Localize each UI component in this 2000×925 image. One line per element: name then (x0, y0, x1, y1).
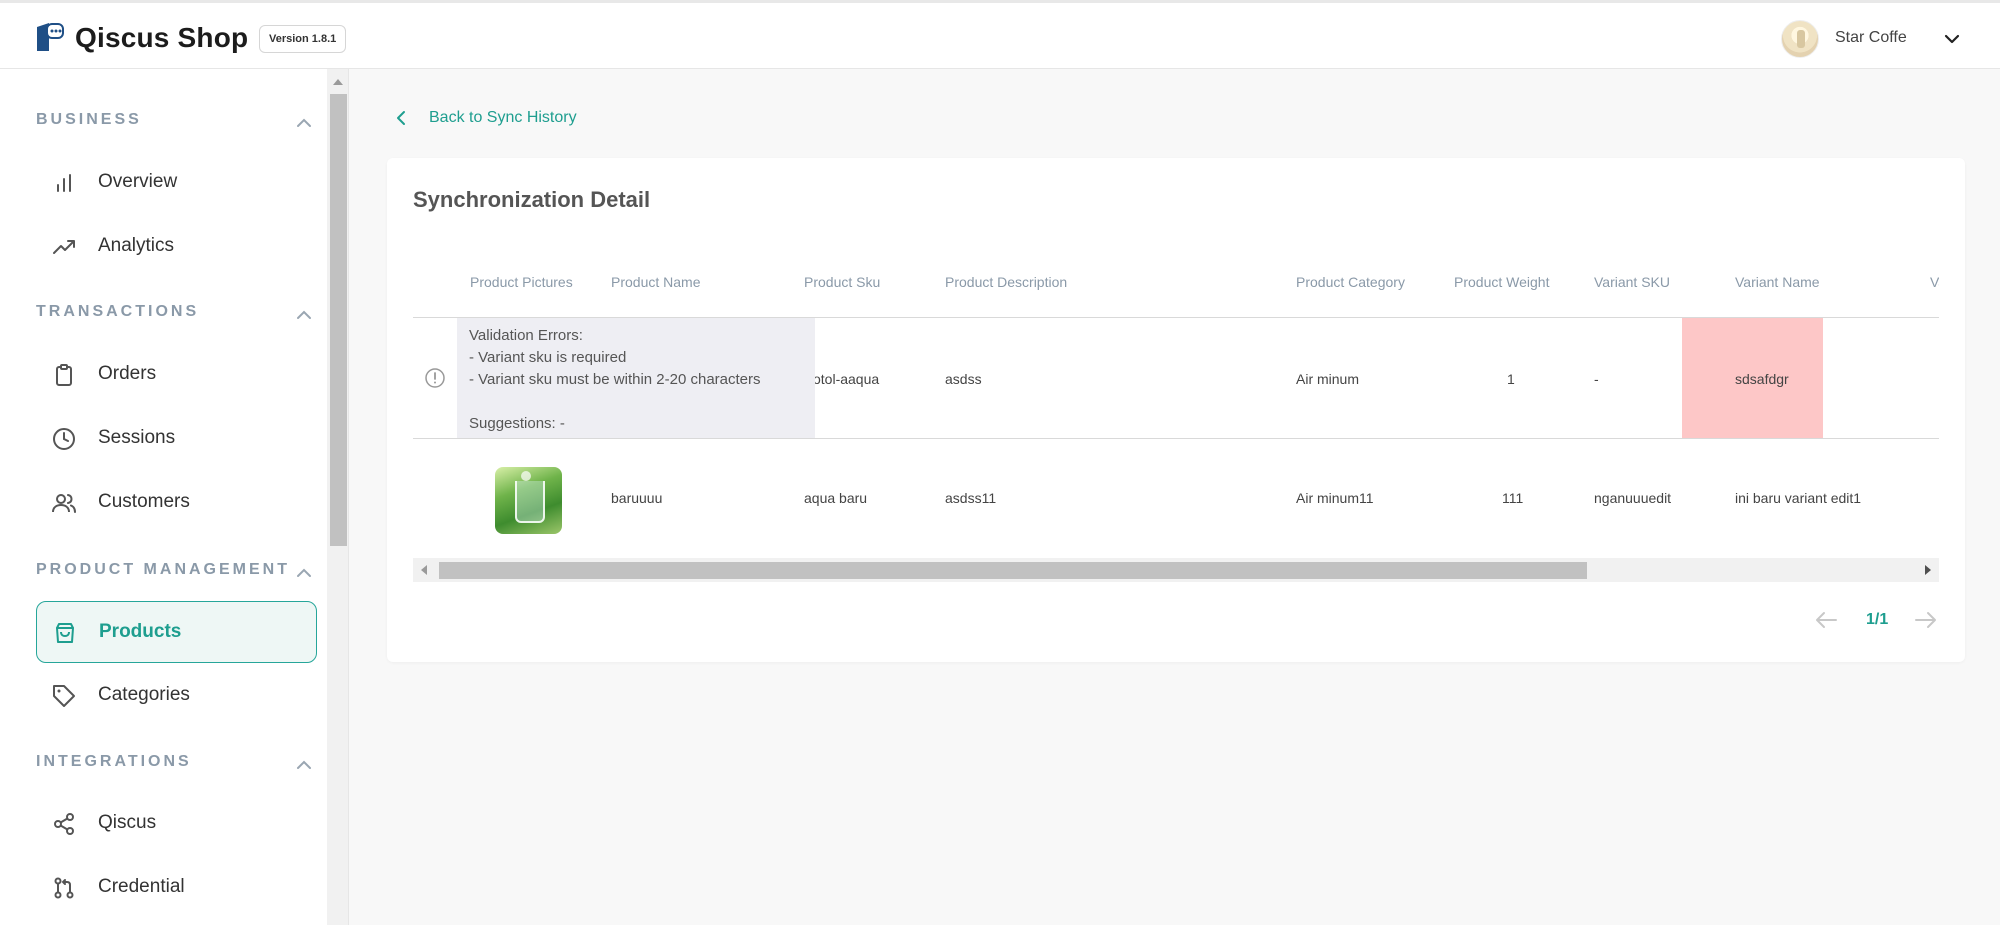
sidebar-item-label: Orders (98, 363, 157, 384)
section-title: BUSINESS (36, 111, 142, 128)
chevron-up-icon[interactable] (294, 305, 314, 325)
sidebar-item-label: Customers (98, 491, 190, 512)
product-category-cell: Air minum (1296, 371, 1360, 387)
table-horizontal-scrollbar[interactable] (413, 558, 1939, 582)
trending-up-icon (53, 240, 75, 254)
scroll-left-arrow-icon[interactable] (421, 565, 427, 575)
column-header: Product Pictures (470, 274, 573, 290)
tooltip-error: - Variant sku is required (469, 349, 627, 366)
arrow-left-icon[interactable] (1814, 610, 1838, 630)
column-header: Product Weight (1454, 274, 1550, 290)
variant-sku-cell: - (1594, 371, 1599, 387)
section-product-management[interactable]: PRODUCT MANAGEMENT (36, 561, 316, 585)
sidebar-item-label: Analytics (98, 235, 175, 256)
section-transactions[interactable]: TRANSACTIONS (36, 303, 316, 327)
product-description-cell: asdss11 (945, 490, 997, 506)
app-title: Qiscus Shop (75, 22, 249, 53)
qiscus-logo-icon (37, 23, 64, 51)
sidebar-item-label: Categories (98, 684, 190, 705)
product-description-cell: asdss (945, 371, 982, 387)
scroll-right-arrow-icon[interactable] (1925, 565, 1931, 575)
product-sku-cell: otol-aaqua (813, 371, 880, 387)
sync-detail-card: Synchronization Detail Product Pictures … (387, 158, 1965, 662)
sidebar-scrollbar[interactable] (327, 69, 349, 925)
product-name-cell: baruuuu (611, 490, 663, 506)
top-header: Qiscus Shop Version 1.8.1 Star Coffe (0, 0, 2000, 69)
column-header: Product Description (945, 274, 1068, 290)
product-weight-cell: 1 (1507, 371, 1515, 387)
section-title: PRODUCT MANAGEMENT (36, 561, 290, 578)
store-avatar[interactable] (1781, 20, 1819, 58)
sidebar-item-label: Credential (98, 876, 185, 897)
chevron-up-icon[interactable] (294, 755, 314, 775)
sidebar-item-products[interactable]: Products (36, 601, 317, 663)
column-header: Product Category (1296, 274, 1405, 290)
section-title: INTEGRATIONS (36, 753, 192, 770)
scroll-up-arrow-icon[interactable] (333, 79, 343, 85)
chevron-down-icon[interactable] (1942, 29, 1962, 49)
scrollbar-thumb[interactable] (330, 94, 347, 546)
sidebar-item-qiscus[interactable]: Qiscus (36, 793, 317, 855)
sidebar-item-label: Qiscus (98, 812, 157, 833)
card-title: Synchronization Detail (413, 187, 651, 212)
chevron-up-icon[interactable] (294, 113, 314, 133)
column-header: Product Sku (804, 274, 881, 290)
sync-detail-table: Product Pictures Product Name Product Sk… (413, 240, 1939, 580)
sidebar-item-orders[interactable]: Orders (36, 344, 317, 406)
sidebar-item-customers[interactable]: Customers (36, 472, 317, 534)
chevron-left-icon (397, 111, 405, 125)
version-badge: Version 1.8.1 (259, 25, 347, 53)
sidebar-item-overview[interactable]: Overview (36, 152, 317, 214)
sidebar-item-credential[interactable]: Credential (36, 857, 317, 919)
bar-chart-icon (57, 174, 71, 192)
sidebar-item-sessions[interactable]: Sessions (36, 408, 317, 470)
users-icon (52, 494, 76, 513)
sidebar-item-label: Products (99, 621, 182, 642)
tooltip-error: - Variant sku must be within 2-20 charac… (469, 371, 761, 388)
chevron-up-icon[interactable] (294, 563, 314, 583)
pagination-label: 1/1 (1866, 611, 1889, 628)
sidebar: BUSINESS Overview Analytics TRANSACTIONS… (0, 69, 327, 925)
clock-icon (53, 428, 75, 450)
column-header: Product Name (611, 274, 701, 290)
product-picture[interactable] (495, 467, 562, 534)
variant-name-cell: ini baru variant edit1 (1735, 490, 1862, 506)
column-header: Variant Name (1735, 274, 1820, 290)
variant-name-cell: sdsafdgr (1735, 371, 1789, 387)
horizontal-scrollbar-thumb[interactable] (439, 562, 1587, 579)
sidebar-item-label: Sessions (98, 427, 176, 448)
column-header: Va (1930, 274, 1939, 290)
variant-sku-cell: nganuuuedit (1594, 490, 1672, 506)
section-integrations[interactable]: INTEGRATIONS (36, 753, 316, 777)
tooltip-title: Validation Errors: (469, 327, 583, 344)
product-sku-cell: aqua baru (804, 490, 868, 506)
product-weight-cell: 111 (1502, 490, 1524, 506)
tag-icon (53, 685, 75, 707)
arrow-right-icon[interactable] (1914, 610, 1938, 630)
sidebar-item-analytics[interactable]: Analytics (36, 216, 317, 278)
validation-errors-tooltip: Validation Errors: - Variant sku is requ… (457, 318, 815, 438)
section-title: TRANSACTIONS (36, 303, 200, 320)
share-icon (54, 813, 74, 835)
back-link-label: Back to Sync History (429, 109, 577, 126)
sidebar-item-label: Overview (98, 171, 178, 192)
tooltip-suggestions: Suggestions: - (469, 415, 565, 432)
shopping-bag-icon (56, 623, 74, 643)
column-header: Variant SKU (1594, 274, 1670, 290)
sidebar-item-categories[interactable]: Categories (36, 665, 317, 727)
product-category-cell: Air minum11 (1296, 490, 1374, 506)
store-name[interactable]: Star Coffe (1835, 29, 1907, 47)
section-business[interactable]: BUSINESS (36, 111, 316, 135)
git-pull-request-icon (54, 877, 74, 899)
info-circle-icon[interactable] (424, 367, 446, 389)
clipboard-icon (56, 364, 72, 386)
table-row-divider (413, 438, 1939, 439)
